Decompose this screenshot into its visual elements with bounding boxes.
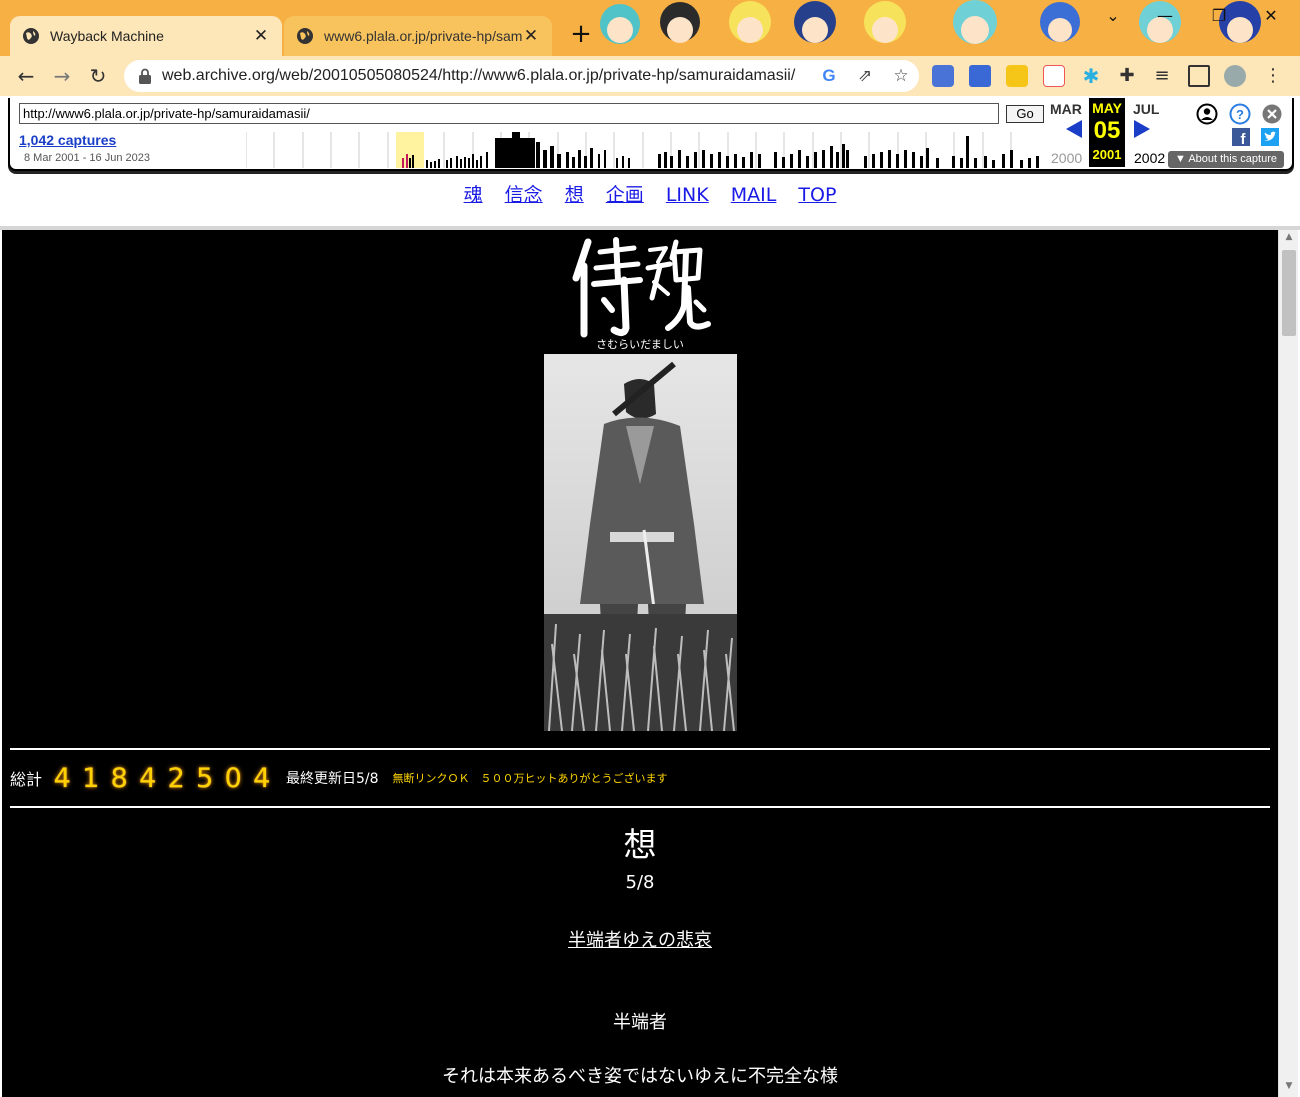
share-icon[interactable]: ⇗ [847, 66, 883, 86]
counter-digit: 2 [167, 762, 185, 794]
article-link-wrap: 半端者ゆえの悲哀 [2, 926, 1278, 952]
section-date: 5/8 [625, 872, 655, 893]
scroll-thumb[interactable] [1282, 250, 1296, 336]
address-bar[interactable]: web.archive.org/web/20010505080524/http:… [124, 60, 919, 92]
nav-link-tamashii[interactable]: 魂 [464, 184, 483, 206]
horizontal-rule [10, 806, 1270, 808]
hit-counter-row: 総計 4 1 8 4 2 5 0 4 最終更新日5/8 無断リンクＯＫ ５００万… [10, 758, 668, 798]
wayback-go-button[interactable]: Go [1006, 105, 1044, 123]
section-title: 想 [623, 825, 657, 864]
menu-kebab-icon[interactable]: ⋮ [1262, 65, 1284, 87]
nav-link-shinnen[interactable]: 信念 [505, 184, 543, 206]
capture-sparkline[interactable] [246, 132, 1040, 168]
samurai-photo [544, 354, 737, 731]
reload-icon[interactable]: ↻ [84, 62, 112, 90]
sparkle-extension-icon[interactable]: ✱ [1080, 65, 1102, 87]
counter-digit: 4 [139, 762, 157, 794]
content-frame: さむらいだましい 総計 4 1 8 4 2 5 0 4 最終更新日5/8 無断リ… [2, 230, 1278, 1097]
profile-avatar[interactable] [1224, 65, 1246, 87]
nav-link-top[interactable]: TOP [798, 184, 836, 206]
keep-extension-icon[interactable] [1006, 65, 1028, 87]
extension-icon[interactable] [1043, 65, 1065, 87]
globe-icon [297, 28, 313, 44]
media-queue-icon[interactable]: ≡ [1151, 65, 1173, 87]
maximize-icon[interactable]: ❐ [1204, 6, 1234, 30]
user-account-icon[interactable] [1196, 103, 1218, 125]
captures-link[interactable]: 1,042 captures [19, 132, 116, 148]
current-capture-date: MAY 05 2001 [1089, 98, 1125, 167]
nav-link-kikaku[interactable]: 企画 [606, 184, 644, 206]
address-url: web.archive.org/web/20010505080524/http:… [162, 67, 796, 84]
notice-text: 無断リンクＯＫ ５００万ヒットありがとうございます [392, 772, 668, 785]
forward-icon[interactable]: → [48, 62, 76, 90]
tab-label: Wayback Machine [50, 28, 164, 44]
back-icon[interactable]: ← [12, 62, 40, 90]
chat-extension-icon[interactable] [969, 65, 991, 87]
next-month-label[interactable]: JUL [1133, 101, 1159, 117]
counter-digit: 8 [110, 762, 128, 794]
facebook-icon[interactable]: f [1232, 128, 1250, 146]
tab-label: www6.plala.or.jp/private-hp/sam [324, 28, 522, 44]
about-capture-label: About this capture [1188, 153, 1277, 165]
article-link[interactable]: 半端者ゆえの悲哀 [568, 930, 712, 951]
bookmark-star-icon[interactable]: ☆ [883, 66, 919, 86]
article-paragraph: 半端者 [613, 1012, 667, 1033]
counter-digit: 4 [253, 762, 271, 794]
wayback-url-input[interactable]: http://www6.plala.or.jp/private-hp/samur… [19, 103, 999, 124]
new-tab-icon[interactable]: + [568, 21, 594, 48]
about-capture-button[interactable]: ▼ About this capture [1168, 151, 1284, 168]
tab-wayback-machine[interactable]: Wayback Machine ✕ [10, 16, 282, 56]
lock-icon [139, 68, 151, 84]
google-lens-icon[interactable]: G [811, 66, 847, 86]
counter-digit: 1 [82, 762, 100, 794]
logo-ruby-text: さむらいだましい [596, 338, 684, 351]
current-year: 2001 [1092, 147, 1122, 162]
next-capture-arrow-icon[interactable] [1134, 120, 1150, 138]
scroll-down-arrow-icon[interactable]: ▼ [1279, 1081, 1299, 1095]
browser-toolbar: ← → ↻ web.archive.org/web/20010505080524… [0, 56, 1300, 96]
samurai-calligraphy-logo [572, 237, 711, 338]
current-day: 05 [1093, 117, 1121, 144]
help-icon[interactable]: ? [1229, 103, 1251, 125]
counter-digit: 0 [224, 762, 242, 794]
twitter-icon[interactable] [1261, 128, 1279, 146]
next-year-label[interactable]: 2002 [1134, 150, 1165, 166]
prev-month-label[interactable]: MAR [1050, 101, 1082, 117]
minimize-icon[interactable]: — [1150, 6, 1180, 30]
svg-text:?: ? [1236, 107, 1244, 122]
nav-link-mail[interactable]: MAIL [731, 184, 777, 206]
page-viewport: http://www6.plala.or.jp/private-hp/samur… [0, 96, 1300, 1097]
hit-counter: 4 1 8 4 2 5 0 4 [48, 763, 276, 794]
puzzle-extensions-icon[interactable]: ✚ [1116, 65, 1138, 87]
counter-digit: 5 [196, 762, 214, 794]
tab-samuraidamasii[interactable]: www6.plala.or.jp/private-hp/sam ✕ [284, 16, 552, 56]
wayback-toolbar: http://www6.plala.or.jp/private-hp/samur… [8, 98, 1294, 171]
nav-link-link[interactable]: LINK [666, 184, 709, 206]
prev-capture-arrow-icon[interactable] [1066, 120, 1082, 138]
prev-year-label[interactable]: 2000 [1051, 150, 1082, 166]
globe-icon [23, 28, 39, 44]
article-paragraph: それは本来あるべき姿ではないゆえに不完全な様 [442, 1066, 838, 1087]
capture-date-range: 8 Mar 2001 - 16 Jun 2023 [24, 152, 150, 164]
tab-search-icon[interactable]: ⌄ [1098, 6, 1128, 30]
scroll-up-arrow-icon[interactable]: ▲ [1279, 232, 1299, 246]
close-tab-icon[interactable]: ✕ [252, 27, 270, 45]
last-updated-text: 最終更新日5/8 [286, 771, 379, 787]
current-month: MAY [1092, 100, 1122, 116]
side-panel-icon[interactable] [1188, 65, 1210, 87]
close-wayback-icon[interactable] [1261, 103, 1283, 125]
horizontal-rule [10, 748, 1270, 750]
close-tab-icon[interactable]: ✕ [522, 27, 540, 45]
nav-link-omoi[interactable]: 想 [565, 184, 584, 206]
browser-tab-strip: Wayback Machine ✕ www6.plala.or.jp/priva… [0, 0, 1300, 56]
counter-label: 総計 [10, 770, 43, 789]
frame-scrollbar[interactable]: ▲ ▼ [1278, 230, 1298, 1097]
close-window-icon[interactable]: ✕ [1256, 6, 1286, 30]
site-navigation: 魂 信念 想 企画 LINK MAIL TOP [0, 180, 1300, 207]
counter-digit: 4 [53, 762, 71, 794]
anime-theme-artwork [600, 0, 1300, 56]
translate-extension-icon[interactable] [932, 65, 954, 87]
